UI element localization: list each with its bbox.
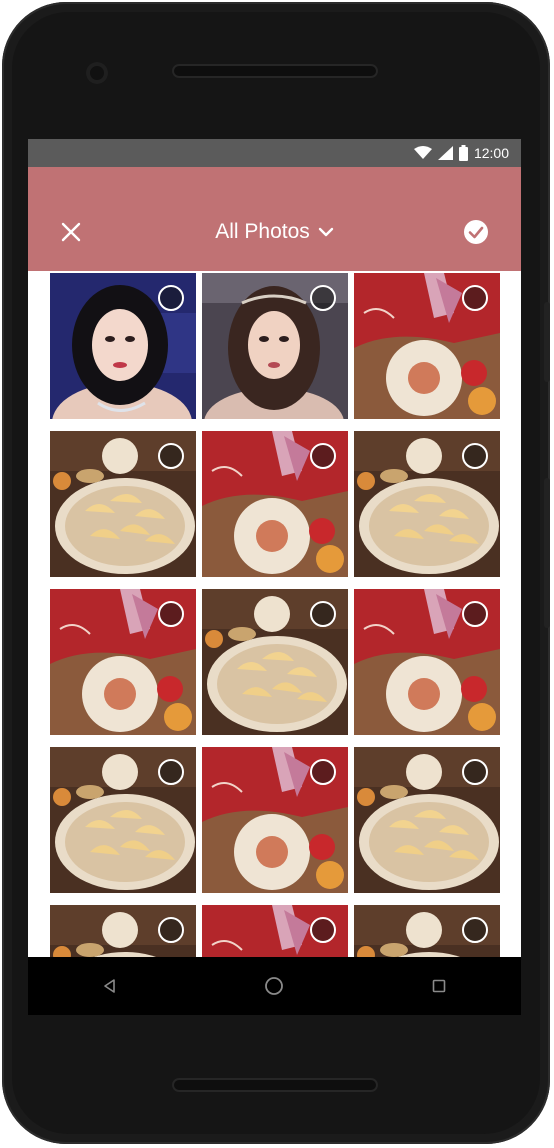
back-icon xyxy=(104,979,115,993)
select-checkbox[interactable] xyxy=(158,443,184,469)
select-checkbox[interactable] xyxy=(310,285,336,311)
wifi-icon xyxy=(413,146,432,159)
screen: 12:00 All Photos xyxy=(28,139,521,1015)
status-time: 12:00 xyxy=(473,145,509,161)
photo-grid xyxy=(50,273,500,1015)
front-camera xyxy=(86,62,108,84)
chevron-down-icon xyxy=(318,227,333,237)
phone-frame: 12:00 All Photos xyxy=(2,2,550,1144)
select-checkbox[interactable] xyxy=(462,601,488,627)
album-title: All Photos xyxy=(215,220,310,243)
navigation-bar xyxy=(28,957,521,1015)
recents-button[interactable] xyxy=(419,966,459,1006)
power-button xyxy=(544,302,550,382)
photo-item[interactable] xyxy=(202,431,348,577)
select-checkbox[interactable] xyxy=(462,285,488,311)
photo-item[interactable] xyxy=(202,273,348,419)
photo-item[interactable] xyxy=(50,273,196,419)
back-button[interactable] xyxy=(90,966,130,1006)
status-icons: 12:00 xyxy=(413,139,509,167)
photo-item[interactable] xyxy=(354,273,500,419)
select-checkbox[interactable] xyxy=(462,917,488,943)
select-checkbox[interactable] xyxy=(158,917,184,943)
photo-item[interactable] xyxy=(50,431,196,577)
photo-item[interactable] xyxy=(50,747,196,893)
photo-item[interactable] xyxy=(202,589,348,735)
select-checkbox[interactable] xyxy=(158,759,184,785)
select-checkbox[interactable] xyxy=(158,285,184,311)
bottom-speaker xyxy=(172,1078,378,1092)
photo-item[interactable] xyxy=(354,589,500,735)
home-icon xyxy=(265,977,284,995)
battery-icon xyxy=(458,145,468,161)
photo-item[interactable] xyxy=(354,431,500,577)
select-checkbox[interactable] xyxy=(158,601,184,627)
select-checkbox[interactable] xyxy=(310,917,336,943)
signal-icon xyxy=(437,146,453,160)
photo-item[interactable] xyxy=(202,747,348,893)
check-circle-icon xyxy=(464,220,488,244)
select-checkbox[interactable] xyxy=(462,759,488,785)
photo-item[interactable] xyxy=(50,589,196,735)
home-button[interactable] xyxy=(254,966,294,1006)
recents-icon xyxy=(432,979,446,993)
select-checkbox[interactable] xyxy=(462,443,488,469)
volume-buttons xyxy=(544,478,550,628)
confirm-button[interactable] xyxy=(463,219,489,245)
earpiece-speaker xyxy=(172,64,378,78)
select-checkbox[interactable] xyxy=(310,759,336,785)
app-bar: All Photos xyxy=(28,167,521,271)
select-checkbox[interactable] xyxy=(310,443,336,469)
status-bar: 12:00 xyxy=(28,139,521,167)
select-checkbox[interactable] xyxy=(310,601,336,627)
album-selector[interactable]: All Photos xyxy=(28,219,521,245)
photo-item[interactable] xyxy=(354,747,500,893)
